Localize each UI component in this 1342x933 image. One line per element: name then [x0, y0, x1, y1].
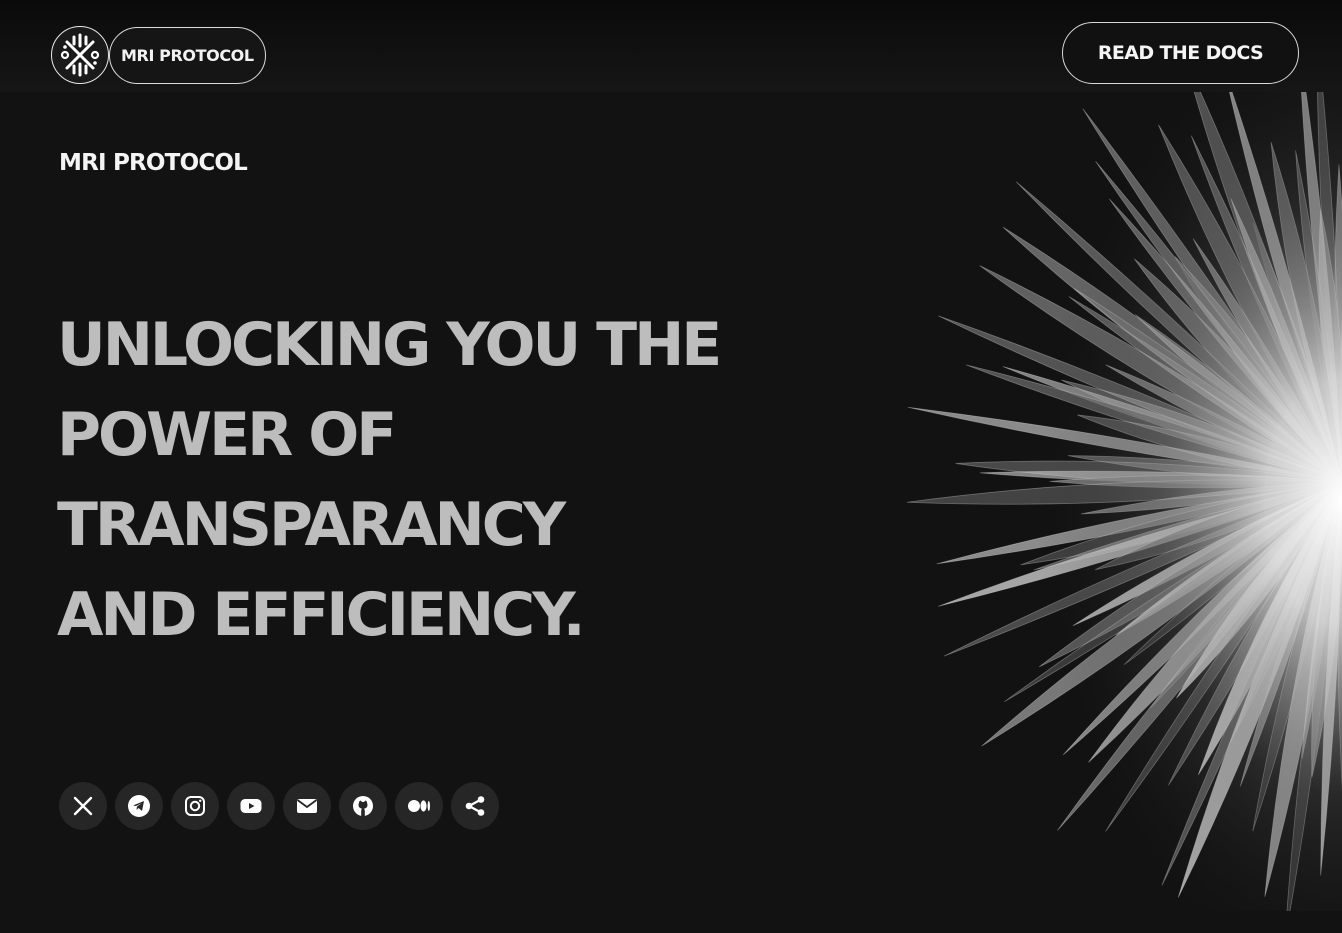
headline-line: AND EFFICIENCY. — [57, 580, 586, 650]
social-link-medium[interactable] — [395, 782, 443, 830]
medium-icon — [408, 800, 430, 812]
x-twitter-icon — [73, 796, 93, 816]
social-link-share[interactable] — [451, 782, 499, 830]
read-docs-button[interactable]: READ THE DOCS — [1062, 22, 1299, 84]
youtube-icon — [240, 799, 262, 813]
telegram-icon — [128, 795, 150, 817]
header: MRI PROTOCOL READ THE DOCS — [0, 0, 1342, 92]
social-links — [59, 782, 499, 830]
headline-line: TRANSPARANCY — [57, 490, 566, 560]
headline-line: UNLOCKING YOU THE — [57, 310, 722, 380]
social-link-youtube[interactable] — [227, 782, 275, 830]
instagram-icon — [185, 796, 205, 816]
hero-flower-image — [830, 92, 1342, 911]
hero-headline: UNLOCKING YOU THE POWER OF TRANSPARANCY … — [57, 300, 797, 660]
share-icon — [465, 796, 485, 816]
landing-page: MRI PROTOCOL READ THE DOCS MRI PROTOCOL … — [0, 0, 1342, 933]
social-link-telegram[interactable] — [115, 782, 163, 830]
email-icon — [296, 799, 318, 813]
hero-kicker: MRI PROTOCOL — [59, 150, 248, 176]
social-link-instagram[interactable] — [171, 782, 219, 830]
social-link-email[interactable] — [283, 782, 331, 830]
headline-line: POWER OF — [57, 400, 397, 470]
brand-label[interactable]: MRI PROTOCOL — [109, 26, 266, 84]
social-link-github[interactable] — [339, 782, 387, 830]
github-icon — [353, 796, 373, 816]
social-link-x[interactable] — [59, 782, 107, 830]
brand-logo-icon[interactable] — [51, 26, 109, 84]
brand-logo-group[interactable]: MRI PROTOCOL — [51, 26, 266, 84]
